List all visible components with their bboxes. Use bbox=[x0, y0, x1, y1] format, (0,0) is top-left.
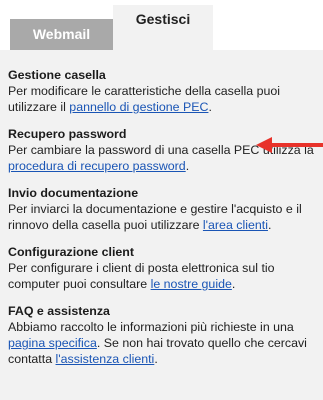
section-text-before: Abbiamo raccolto le informazioni più ric… bbox=[8, 320, 294, 334]
section-text: Per modificare le caratteristiche della … bbox=[8, 83, 315, 115]
section-text: Abbiamo raccolto le informazioni più ric… bbox=[8, 319, 315, 367]
section-invio-documentazione: Invio documentazione Per inviarci la doc… bbox=[8, 186, 315, 233]
nostre-guide-link[interactable]: le nostre guide bbox=[151, 277, 232, 291]
section-title: FAQ e assistenza bbox=[8, 304, 110, 318]
section-gestione-casella: Gestione casella Per modificare le carat… bbox=[8, 68, 315, 115]
recupero-password-link[interactable]: procedura di recupero password bbox=[8, 159, 186, 173]
section-title: Gestione casella bbox=[8, 68, 106, 82]
section-text: Per inviarci la documentazione e gestire… bbox=[8, 201, 315, 233]
tab-webmail[interactable]: Webmail bbox=[10, 19, 113, 50]
section-text-after: . bbox=[208, 100, 212, 114]
section-text-after: . bbox=[185, 159, 190, 173]
assistenza-clienti-link[interactable]: l'assistenza clienti bbox=[56, 352, 155, 366]
section-configurazione-client: Configurazione client Per configurare i … bbox=[8, 245, 315, 292]
pannello-gestione-pec-link[interactable]: pannello di gestione PEC bbox=[69, 100, 208, 114]
section-text-after: . bbox=[267, 218, 272, 232]
section-title: Configurazione client bbox=[8, 245, 134, 259]
section-text-after: . bbox=[231, 277, 236, 291]
pagina-specifica-link[interactable]: pagina specifica bbox=[8, 336, 97, 350]
tab-bar: Webmail Gestisci bbox=[0, 0, 323, 50]
gestisci-panel: Gestione casella Per modificare le carat… bbox=[0, 50, 323, 400]
section-text-after: . bbox=[154, 352, 158, 366]
section-text: Per configurare i client di posta elettr… bbox=[8, 260, 315, 292]
red-arrow-icon bbox=[256, 137, 323, 153]
section-faq-assistenza: FAQ e assistenza Abbiamo raccolto le inf… bbox=[8, 304, 315, 367]
area-clienti-link[interactable]: l'area clienti bbox=[203, 218, 268, 232]
tab-gestisci[interactable]: Gestisci bbox=[113, 5, 213, 50]
section-title: Invio documentazione bbox=[8, 186, 139, 200]
